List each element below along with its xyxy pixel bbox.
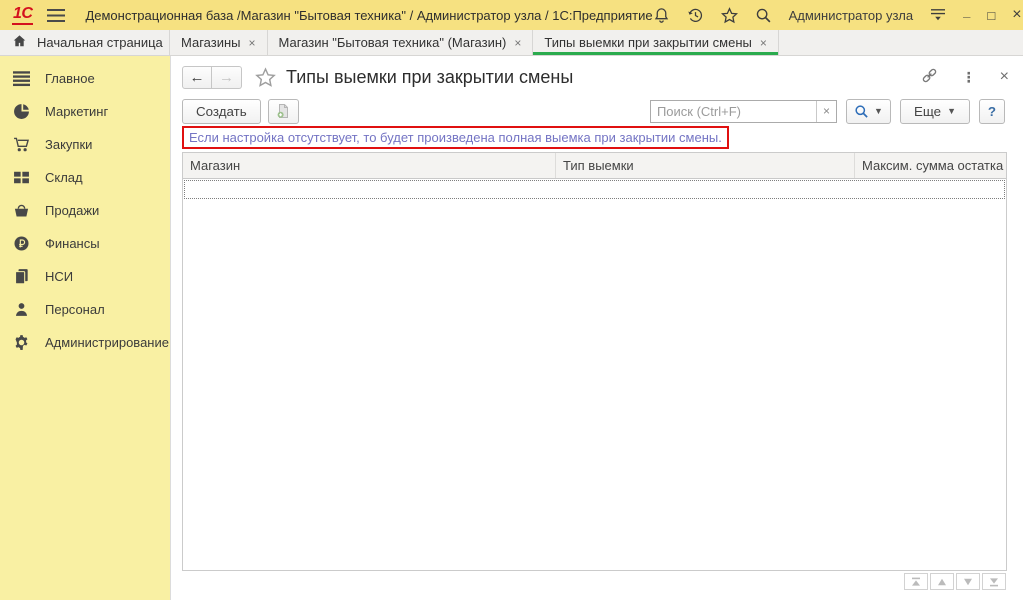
tab-home-page[interactable]: Начальная страница <box>0 30 170 55</box>
table-header-row: Магазин Тип выемки Максим. сумма остатка <box>183 153 1006 179</box>
sidebar-item-warehouse[interactable]: Склад <box>0 161 170 194</box>
go-to-last-button[interactable] <box>982 573 1006 590</box>
close-tab-icon[interactable]: × <box>249 36 256 50</box>
maximize-button[interactable]: □ <box>987 8 995 23</box>
search-icon <box>854 104 869 119</box>
sidebar-item-purchases[interactable]: Закупки <box>0 128 170 161</box>
more-actions-button[interactable]: Еще ▼ <box>900 99 970 124</box>
home-icon <box>12 34 27 51</box>
tab-shop-item[interactable]: Магазин "Бытовая техника" (Магазин) × <box>268 30 534 55</box>
chevron-down-icon: ▼ <box>874 106 883 116</box>
sidebar-item-personnel[interactable]: Персонал <box>0 293 170 326</box>
notice-annotation-box: Если настройка отсутствует, то будет про… <box>182 126 729 149</box>
reference-books-icon <box>13 268 30 285</box>
shopping-cart-icon <box>13 136 30 153</box>
create-group-button[interactable] <box>268 99 299 124</box>
tab-bar: Начальная страница Магазины × Магазин "Б… <box>0 30 1023 56</box>
sidebar-item-label: НСИ <box>45 269 73 284</box>
minimize-button[interactable]: _ <box>963 9 970 14</box>
add-to-favorites-star-icon[interactable] <box>255 67 276 88</box>
search-field-wrap: × <box>650 100 837 123</box>
close-tab-icon[interactable]: × <box>760 36 767 50</box>
person-icon <box>13 301 30 318</box>
sidebar-item-label: Финансы <box>45 236 100 251</box>
basket-icon <box>13 202 30 219</box>
go-down-button[interactable] <box>956 573 980 590</box>
notice-text: Если настройка отсутствует, то будет про… <box>189 130 722 145</box>
ruble-coin-icon <box>13 235 30 252</box>
notifications-bell-icon[interactable] <box>653 7 670 24</box>
form-area: ← → Типы выемки при закрытии смены ⋮ × С… <box>170 56 1023 600</box>
tab-shops-list[interactable]: Магазины × <box>170 30 268 55</box>
column-header-max-balance[interactable]: Максим. сумма остатка <box>855 153 1006 178</box>
sidebar-item-sales[interactable]: Продажи <box>0 194 170 227</box>
sidebar-item-administration[interactable]: Администрирование <box>0 326 170 359</box>
sidebar-item-label: Закупки <box>45 137 92 152</box>
menu-lines-icon <box>13 70 30 87</box>
global-search-icon[interactable] <box>755 7 772 24</box>
main-menu-icon[interactable] <box>47 9 65 22</box>
close-form-icon[interactable]: × <box>1000 68 1009 86</box>
help-button[interactable]: ? <box>979 99 1005 124</box>
sidebar-item-finance[interactable]: Финансы <box>0 227 170 260</box>
search-button[interactable]: ▼ <box>846 99 891 124</box>
arrow-down-icon <box>963 577 973 587</box>
sidebar-item-marketing[interactable]: Маркетинг <box>0 95 170 128</box>
section-sidebar: Главное Маркетинг Закупки Склад Продажи … <box>0 56 170 600</box>
favorites-star-icon[interactable] <box>721 7 738 24</box>
close-window-button[interactable]: × <box>1012 6 1021 24</box>
tab-label: Магазины <box>181 35 241 50</box>
1c-logo: 1С <box>12 5 33 26</box>
tab-label: Магазин "Бытовая техника" (Магазин) <box>279 35 507 50</box>
create-button[interactable]: Создать <box>182 99 261 124</box>
app-title: Демонстрационная база /Магазин "Бытовая … <box>85 8 652 23</box>
sidebar-item-label: Продажи <box>45 203 99 218</box>
column-header-shop[interactable]: Магазин <box>183 153 556 178</box>
go-up-button[interactable] <box>930 573 954 590</box>
back-button[interactable]: ← <box>182 66 212 89</box>
more-menu-icon[interactable]: ⋮ <box>962 69 976 86</box>
sidebar-item-nsi[interactable]: НСИ <box>0 260 170 293</box>
sidebar-item-label: Маркетинг <box>45 104 108 119</box>
current-user[interactable]: Администратор узла <box>789 8 914 23</box>
close-tab-icon[interactable]: × <box>514 36 521 50</box>
search-input[interactable] <box>651 101 816 122</box>
arrow-up-icon <box>937 577 947 587</box>
pie-chart-icon <box>13 103 30 120</box>
document-plus-icon <box>275 103 291 119</box>
chevron-down-icon: ▼ <box>947 106 956 116</box>
clear-search-icon[interactable]: × <box>816 101 836 122</box>
gear-icon <box>13 334 30 351</box>
form-header: ← → Типы выемки при закрытии смены ⋮ × <box>182 62 1009 92</box>
panel-settings-icon[interactable] <box>930 8 946 22</box>
tab-label: Начальная страница <box>37 35 163 50</box>
grid-icon <box>13 169 30 186</box>
tab-withdrawal-types[interactable]: Типы выемки при закрытии смены × <box>533 30 779 55</box>
withdrawal-types-table: Магазин Тип выемки Максим. сумма остатка <box>182 152 1007 571</box>
list-toolbar: Создать × ▼ Еще ▼ ? <box>182 98 1005 124</box>
sidebar-item-label: Склад <box>45 170 83 185</box>
forward-button[interactable]: → <box>212 66 242 89</box>
column-header-withdrawal-type[interactable]: Тип выемки <box>556 153 855 178</box>
sidebar-item-main[interactable]: Главное <box>0 62 170 95</box>
sidebar-item-label: Главное <box>45 71 95 86</box>
window-titlebar: 1С Демонстрационная база /Магазин "Бытов… <box>0 0 1023 30</box>
go-to-first-button[interactable] <box>904 573 928 590</box>
arrow-bottom-icon <box>989 577 999 587</box>
arrow-top-icon <box>911 577 921 587</box>
get-link-icon[interactable] <box>921 67 938 87</box>
tab-label: Типы выемки при закрытии смены <box>544 35 751 50</box>
more-actions-label: Еще <box>914 104 941 119</box>
table-nav-buttons <box>902 573 1006 590</box>
sidebar-item-label: Персонал <box>45 302 105 317</box>
page-title: Типы выемки при закрытии смены <box>286 67 573 88</box>
empty-selection-row <box>184 180 1005 199</box>
history-icon[interactable] <box>687 7 704 24</box>
sidebar-item-label: Администрирование <box>45 335 169 350</box>
